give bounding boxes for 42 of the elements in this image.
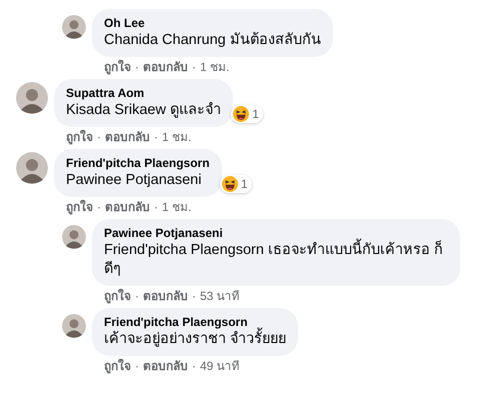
reply-link[interactable]: ตอบกลับ: [105, 199, 150, 215]
separator-dot: ·: [192, 288, 196, 304]
reply-link[interactable]: ตอบกลับ: [143, 59, 188, 75]
timestamp[interactable]: 53 นาที: [200, 288, 240, 304]
separator-dot: ·: [192, 358, 196, 374]
comment-text: Friend'pitcha Plaengsorn เธอจะทำแบบนี้กับเค้าหรอ ก็ดีๆ: [104, 241, 448, 279]
separator-dot: ·: [192, 59, 196, 75]
separator-dot: ·: [97, 199, 101, 215]
avatar[interactable]: [62, 15, 86, 39]
like-link[interactable]: ถูกใจ: [104, 59, 131, 75]
avatar[interactable]: [16, 82, 48, 114]
avatar[interactable]: [62, 314, 86, 338]
separator-dot: ·: [135, 288, 139, 304]
author-name[interactable]: Friend'pitcha Plaengsorn: [66, 156, 210, 171]
like-link[interactable]: ถูกใจ: [104, 358, 131, 374]
like-link[interactable]: ถูกใจ: [66, 199, 93, 215]
separator-dot: ·: [154, 129, 158, 145]
timestamp[interactable]: 49 นาที: [200, 358, 240, 374]
comment-text: เค้าจะอยู่อย่างราชา จำวรั้ยยย: [104, 330, 286, 349]
comment-text: Pawinee Potjanaseni: [66, 171, 202, 190]
separator-dot: ·: [154, 199, 158, 215]
separator-dot: ·: [135, 59, 139, 75]
separator-dot: ·: [135, 358, 139, 374]
timestamp[interactable]: 1 ชม.: [162, 199, 192, 215]
reply-link[interactable]: ตอบกลับ: [143, 358, 188, 374]
laughing-emoji-icon: [222, 176, 238, 192]
author-name[interactable]: Oh Lee: [104, 16, 321, 31]
like-link[interactable]: ถูกใจ: [104, 288, 131, 304]
laughing-emoji-icon: [233, 106, 250, 122]
reaction-badge[interactable]: 1: [220, 175, 252, 193]
comment-text: Kisada Srikaew ดูและจำ: [66, 101, 221, 120]
like-link[interactable]: ถูกใจ: [66, 129, 93, 145]
timestamp[interactable]: 1 ชม.: [200, 59, 230, 75]
avatar[interactable]: [16, 152, 48, 184]
avatar[interactable]: [62, 225, 86, 249]
comment-text: Chanida Chanrung มันต้องสลับกัน: [104, 31, 321, 50]
author-name[interactable]: Supattra Aom: [66, 86, 221, 101]
reply-link[interactable]: ตอบกลับ: [105, 129, 150, 145]
reply-link[interactable]: ตอบกลับ: [143, 288, 188, 304]
reaction-badge[interactable]: 1: [231, 105, 263, 123]
timestamp[interactable]: 1 ชม.: [162, 129, 192, 145]
separator-dot: ·: [97, 129, 101, 145]
